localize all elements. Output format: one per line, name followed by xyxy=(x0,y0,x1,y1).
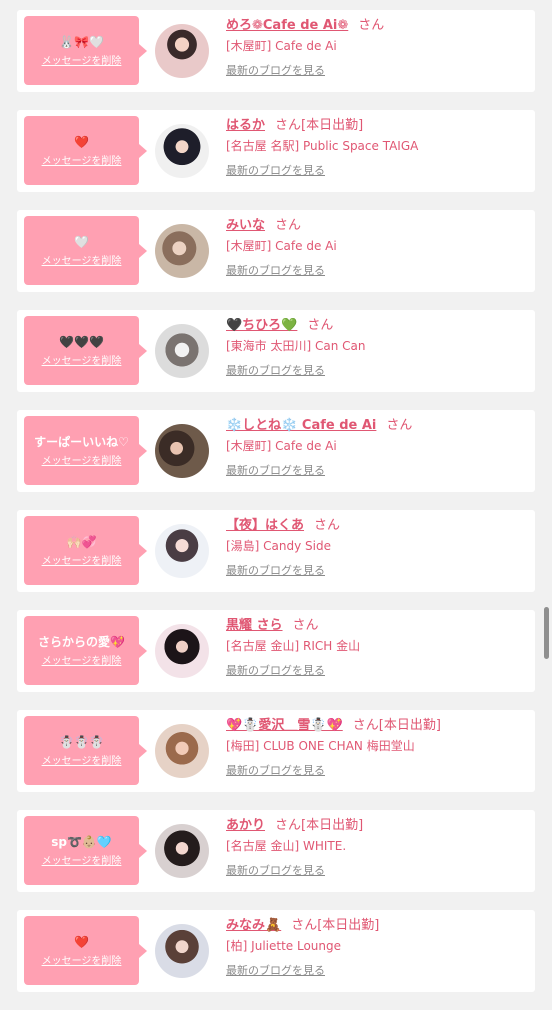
latest-blog-link[interactable]: 最新のブログを見る xyxy=(226,764,529,778)
message-text: 🙌🏻💞 xyxy=(66,534,97,549)
delete-message-link[interactable]: メッセージを削除 xyxy=(42,556,122,568)
message-text: ❤️ xyxy=(74,934,89,949)
message-bubble: sp➰👶🏼🩵 メッセージを削除 xyxy=(24,816,147,885)
message-text: sp➰👶🏼🩵 xyxy=(51,834,112,849)
girl-name-link[interactable]: 🖤ちひろ💚 xyxy=(226,318,297,333)
message-bubble: すーぱーいいね♡ メッセージを削除 xyxy=(24,416,147,485)
avatar[interactable] xyxy=(155,724,209,778)
message-card: 🖤🖤🖤 メッセージを削除 🖤ちひろ💚 さん [東海市 太田川] Can Can 最… xyxy=(17,310,535,392)
girl-name-link[interactable]: 黒耀 さら xyxy=(226,618,283,633)
latest-blog-link[interactable]: 最新のブログを見る xyxy=(226,564,529,578)
message-text: さらからの愛💖 xyxy=(38,634,125,649)
message-card: 🐰🎀🤍 メッセージを削除 めろ❁Cafe de Ai❁ さん [木屋町] Cafe… xyxy=(17,10,535,92)
avatar[interactable] xyxy=(155,124,209,178)
shop-label: [木屋町] Cafe de Ai xyxy=(226,439,337,453)
message-bubble: ❤️ メッセージを削除 xyxy=(24,116,147,185)
message-card: sp➰👶🏼🩵 メッセージを削除 あかり さん[本日出勤] [名古屋 金山] WHI… xyxy=(17,810,535,892)
shop-label: [梅田] CLUB ONE CHAN 梅田堂山 xyxy=(226,739,415,753)
message-bubble: 🖤🖤🖤 メッセージを削除 xyxy=(24,316,147,385)
san-suffix: さん xyxy=(307,318,334,333)
san-suffix: さん xyxy=(275,818,302,833)
latest-blog-link[interactable]: 最新のブログを見る xyxy=(226,64,529,78)
message-card: さらからの愛💖 メッセージを削除 黒耀 さら さん [名古屋 金山] RICH 金… xyxy=(17,610,535,692)
message-bubble: ❤️ メッセージを削除 xyxy=(24,916,147,985)
shop-label: [名古屋 金山] WHITE. xyxy=(226,839,347,853)
delete-message-link[interactable]: メッセージを削除 xyxy=(42,56,122,68)
delete-message-link[interactable]: メッセージを削除 xyxy=(42,456,122,468)
message-text: 🤍 xyxy=(74,234,89,249)
avatar[interactable] xyxy=(155,324,209,378)
message-bubble: ☃️☃️☃️ メッセージを削除 xyxy=(24,716,147,785)
avatar[interactable] xyxy=(155,424,209,478)
avatar[interactable] xyxy=(155,924,209,978)
latest-blog-link[interactable]: 最新のブログを見る xyxy=(226,464,529,478)
message-text: 🐰🎀🤍 xyxy=(59,34,104,49)
message-card: ❤️ メッセージを削除 みなみ🧸 さん[本日出勤] [柏] Juliette Lo… xyxy=(17,910,535,992)
message-text: ☃️☃️☃️ xyxy=(59,734,104,749)
san-suffix: さん xyxy=(352,718,379,733)
today-badge: [本日出勤] xyxy=(301,118,364,133)
delete-message-link[interactable]: メッセージを削除 xyxy=(42,356,122,368)
delete-message-link[interactable]: メッセージを削除 xyxy=(42,656,122,668)
message-text: すーぱーいいね♡ xyxy=(34,434,129,449)
message-bubble: さらからの愛💖 メッセージを削除 xyxy=(24,616,147,685)
avatar[interactable] xyxy=(155,224,209,278)
san-suffix: さん xyxy=(358,18,385,33)
san-suffix: さん xyxy=(292,618,319,633)
message-bubble: 🐰🎀🤍 メッセージを削除 xyxy=(24,16,147,85)
message-card: ❤️ メッセージを削除 はるか さん[本日出勤] [名古屋 名駅] Public … xyxy=(17,110,535,192)
san-suffix: さん xyxy=(386,418,413,433)
girl-name-link[interactable]: めろ❁Cafe de Ai❁ xyxy=(226,18,348,33)
shop-label: [木屋町] Cafe de Ai xyxy=(226,239,337,253)
message-card: すーぱーいいね♡ メッセージを削除 ❄️しとね❄️ Cafe de Ai さん [… xyxy=(17,410,535,492)
latest-blog-link[interactable]: 最新のブログを見る xyxy=(226,364,529,378)
message-bubble: 🙌🏻💞 メッセージを削除 xyxy=(24,516,147,585)
today-badge: [本日出勤] xyxy=(378,718,441,733)
message-text: ❤️ xyxy=(74,134,89,149)
girl-name-link[interactable]: みなみ🧸 xyxy=(226,918,281,933)
girl-name-link[interactable]: 【夜】はくあ xyxy=(226,518,304,533)
san-suffix: さん xyxy=(275,118,302,133)
delete-message-link[interactable]: メッセージを削除 xyxy=(42,256,122,268)
latest-blog-link[interactable]: 最新のブログを見る xyxy=(226,964,529,978)
avatar[interactable] xyxy=(155,24,209,78)
girl-name-link[interactable]: あかり xyxy=(226,818,265,833)
avatar[interactable] xyxy=(155,824,209,878)
message-bubble: 🤍 メッセージを削除 xyxy=(24,216,147,285)
delete-message-link[interactable]: メッセージを削除 xyxy=(42,756,122,768)
latest-blog-link[interactable]: 最新のブログを見る xyxy=(226,864,529,878)
san-suffix: さん xyxy=(275,218,302,233)
message-card: 🤍 メッセージを削除 みいな さん [木屋町] Cafe de Ai 最新のブログ… xyxy=(17,210,535,292)
san-suffix: さん xyxy=(291,918,318,933)
san-suffix: さん xyxy=(314,518,341,533)
latest-blog-link[interactable]: 最新のブログを見る xyxy=(226,164,529,178)
latest-blog-link[interactable]: 最新のブログを見る xyxy=(226,264,529,278)
message-list: 🐰🎀🤍 メッセージを削除 めろ❁Cafe de Ai❁ さん [木屋町] Cafe… xyxy=(17,10,535,1010)
today-badge: [本日出勤] xyxy=(317,918,380,933)
shop-label: [湯島] Candy Side xyxy=(226,539,332,553)
delete-message-link[interactable]: メッセージを削除 xyxy=(42,956,122,968)
latest-blog-link[interactable]: 最新のブログを見る xyxy=(226,664,529,678)
message-card: 🙌🏻💞 メッセージを削除 【夜】はくあ さん [湯島] Candy Side 最新… xyxy=(17,510,535,592)
shop-label: [木屋町] Cafe de Ai xyxy=(226,39,337,53)
message-text: 🖤🖤🖤 xyxy=(59,334,104,349)
message-card: ☃️☃️☃️ メッセージを削除 💖☃️愛沢＿雪☃️💖 さん[本日出勤] [梅田] … xyxy=(17,710,535,792)
girl-name-link[interactable]: ❄️しとね❄️ Cafe de Ai xyxy=(226,418,376,433)
today-badge: [本日出勤] xyxy=(301,818,364,833)
avatar[interactable] xyxy=(155,524,209,578)
girl-name-link[interactable]: 💖☃️愛沢＿雪☃️💖 xyxy=(226,718,343,733)
delete-message-link[interactable]: メッセージを削除 xyxy=(42,156,122,168)
girl-name-link[interactable]: はるか xyxy=(226,118,265,133)
shop-label: [柏] Juliette Lounge xyxy=(226,939,342,953)
shop-label: [名古屋 名駅] Public Space TAIGA xyxy=(226,139,419,153)
shop-label: [名古屋 金山] RICH 金山 xyxy=(226,639,361,653)
scrollbar-thumb[interactable] xyxy=(544,607,549,659)
delete-message-link[interactable]: メッセージを削除 xyxy=(42,856,122,868)
avatar[interactable] xyxy=(155,624,209,678)
girl-name-link[interactable]: みいな xyxy=(226,218,265,233)
shop-label: [東海市 太田川] Can Can xyxy=(226,339,366,353)
